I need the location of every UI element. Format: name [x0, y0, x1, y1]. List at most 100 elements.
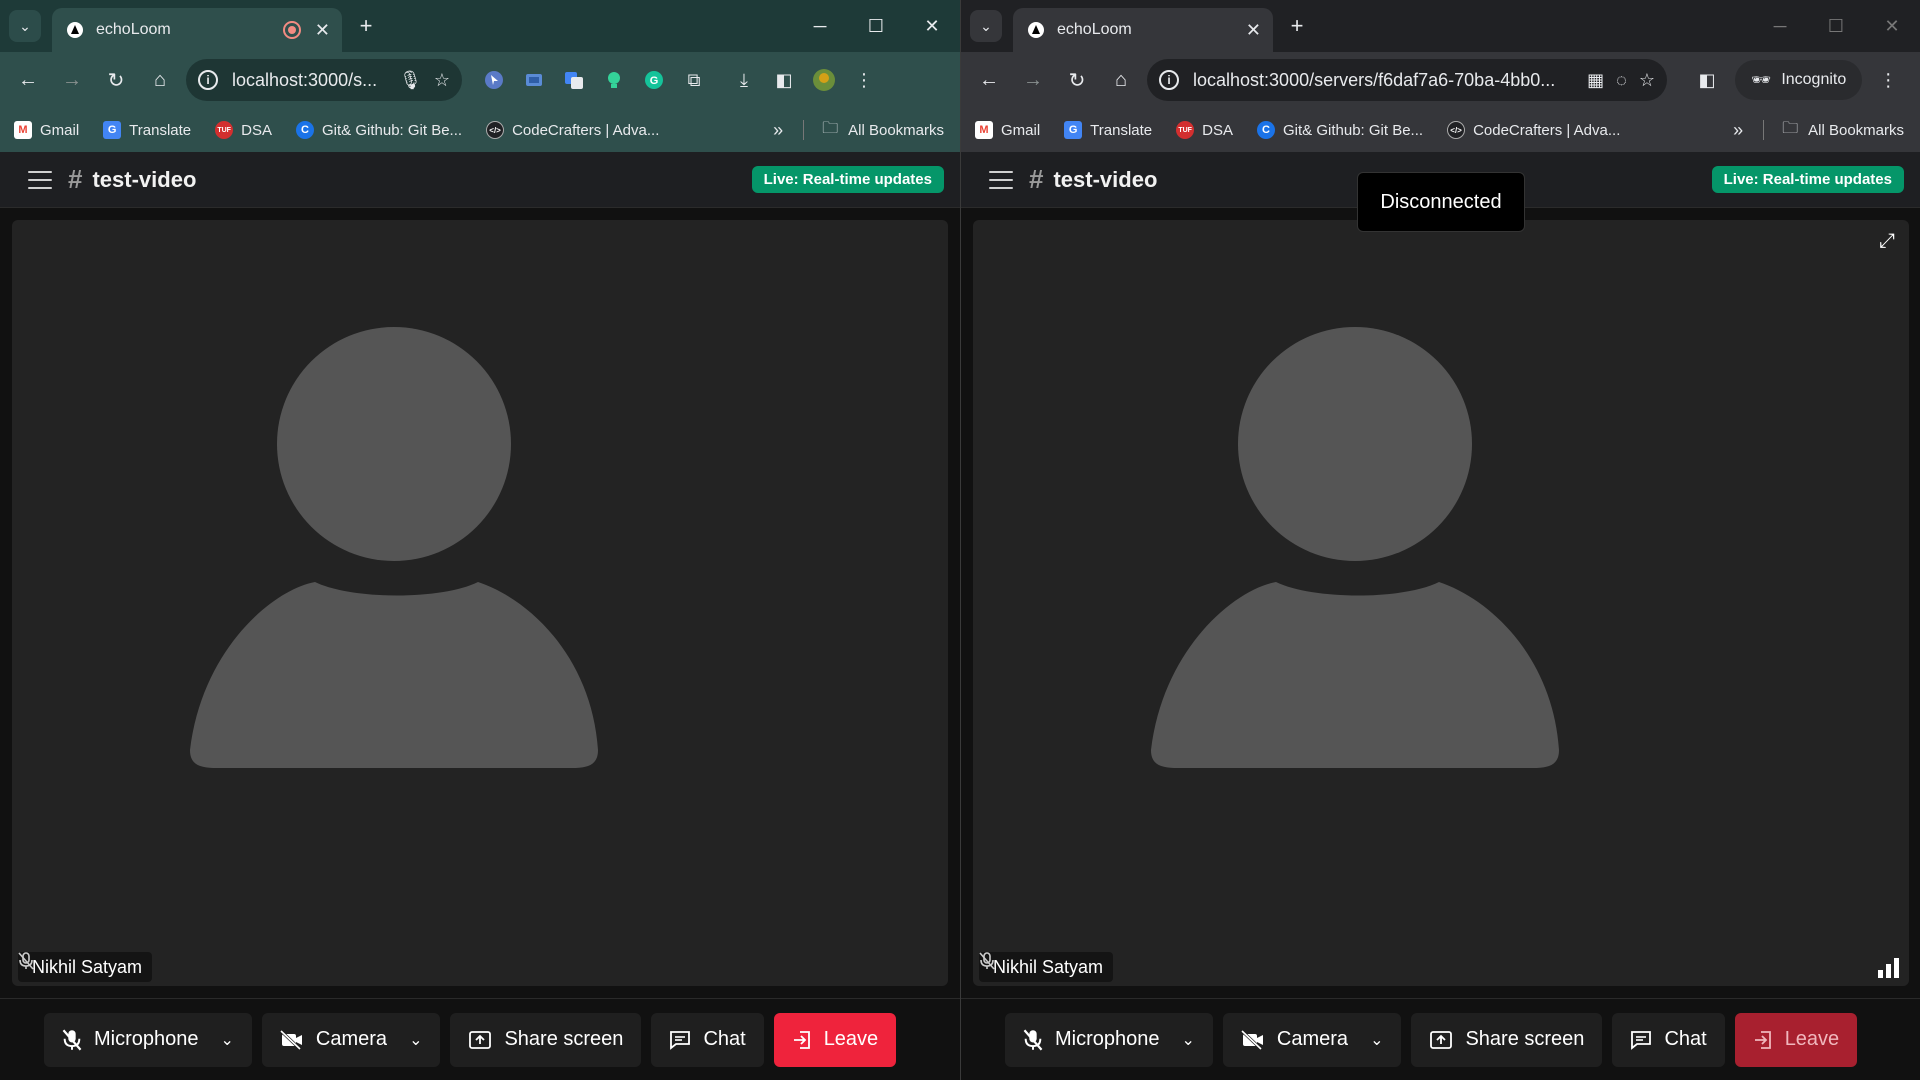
bookmark-gmail[interactable]: M Gmail: [975, 121, 1040, 139]
qr-code-icon[interactable]: ▦: [1587, 70, 1604, 91]
back-button[interactable]: ←: [967, 60, 1011, 100]
extensions-puzzle-icon[interactable]: ⧉: [674, 60, 714, 100]
downloads-icon[interactable]: ⤓: [724, 60, 764, 100]
bookmark-star-icon[interactable]: ☆: [434, 70, 450, 91]
tab-search-button[interactable]: ⌄: [970, 10, 1002, 42]
close-window-icon[interactable]: ✕: [1864, 10, 1920, 42]
leave-button[interactable]: Leave: [1734, 1012, 1858, 1067]
bookmark-codecrafters[interactable]: </> CodeCrafters | Adva...: [486, 121, 659, 139]
microphone-button[interactable]: Microphone ⌄: [44, 1012, 252, 1067]
chevron-down-icon[interactable]: ⌄: [1182, 1030, 1195, 1050]
all-bookmarks-button[interactable]: 🗀 All Bookmarks: [822, 117, 944, 144]
close-tab-icon[interactable]: ✕: [315, 20, 330, 41]
share-screen-button[interactable]: Share screen: [450, 1012, 642, 1067]
minimize-icon[interactable]: ─: [1752, 10, 1808, 42]
share-screen-label: Share screen: [1465, 1028, 1585, 1050]
camera-label: Camera: [315, 1028, 388, 1050]
tab-title: echoLoom: [96, 21, 171, 38]
chevron-down-icon[interactable]: ⌄: [1370, 1030, 1383, 1050]
side-panel-icon[interactable]: ◧: [764, 60, 804, 100]
bookmark-dsa[interactable]: TUF DSA: [215, 121, 272, 139]
tab-title: echoLoom: [1057, 21, 1132, 38]
maximize-icon[interactable]: ☐: [1808, 10, 1864, 42]
chevron-down-icon: ⌄: [19, 17, 31, 34]
browser-tab[interactable]: echoLoom ✕: [1013, 8, 1273, 52]
address-bar[interactable]: i localhost:3000/servers/f6daf7a6-70ba-4…: [1147, 59, 1667, 101]
back-button[interactable]: ←: [6, 60, 50, 100]
address-bar[interactable]: i localhost:3000/s... 🎙︎ ☆: [186, 59, 462, 101]
maximize-icon[interactable]: ☐: [848, 10, 904, 42]
bookmark-star-icon[interactable]: ☆: [1639, 70, 1655, 91]
channel-name: test-video: [92, 166, 197, 192]
browser-window-right: ⌄ echoLoom ✕ + ─ ☐ ✕ ← → ↻ ⌂ i localhost…: [960, 0, 1920, 1080]
incognito-icon: 🕶︎: [1751, 72, 1772, 89]
google-translate-icon[interactable]: [554, 60, 594, 100]
microphone-button[interactable]: Microphone ⌄: [1005, 1012, 1213, 1067]
more-menu-icon[interactable]: ⋮: [844, 60, 884, 100]
grammarly-icon[interactable]: G: [634, 60, 674, 100]
more-menu-icon[interactable]: ⋮: [1868, 60, 1908, 100]
minimize-icon[interactable]: ─: [792, 10, 848, 42]
video-tile: ⤢ Nikhil Satyam: [973, 220, 1909, 986]
profile-avatar[interactable]: [804, 60, 844, 100]
new-tab-button[interactable]: +: [352, 12, 380, 40]
all-bookmarks-button[interactable]: 🗀 All Bookmarks: [1782, 117, 1904, 144]
bookmark-git-github[interactable]: C Git& Github: Git Be...: [1257, 121, 1423, 139]
chat-button[interactable]: Chat: [651, 1012, 764, 1067]
home-button[interactable]: ⌂: [138, 60, 182, 100]
bookmark-dsa[interactable]: TUF DSA: [1176, 121, 1233, 139]
chevron-down-icon[interactable]: ⌄: [409, 1030, 422, 1050]
avatar-placeholder-icon: [1151, 327, 1559, 768]
side-panel-icon[interactable]: ◧: [1687, 60, 1727, 100]
bookmarks-overflow-icon[interactable]: »: [773, 120, 783, 141]
lightbulb-extension-icon[interactable]: [594, 60, 634, 100]
participant-name: Nikhil Satyam: [993, 956, 1104, 977]
forward-button[interactable]: →: [1011, 60, 1055, 100]
camera-button[interactable]: Camera ⌄: [261, 1012, 441, 1067]
menu-icon[interactable]: [989, 170, 1013, 189]
close-tab-icon[interactable]: ✕: [1246, 20, 1261, 41]
echoloom-app: # test-video Live: Real-time updates Nik…: [0, 152, 960, 1080]
incognito-indicator[interactable]: 🕶︎ Incognito: [1735, 60, 1863, 100]
reload-button[interactable]: ↻: [1055, 60, 1099, 100]
bookmark-translate[interactable]: G Translate: [1064, 121, 1152, 139]
fullscreen-expand-icon[interactable]: ⤢: [1879, 230, 1895, 253]
site-info-icon[interactable]: i: [1159, 70, 1179, 90]
new-tab-button[interactable]: +: [1283, 12, 1311, 40]
bookmark-gmail[interactable]: M Gmail: [14, 121, 79, 139]
tab-search-button[interactable]: ⌄: [9, 10, 41, 42]
chevron-down-icon: ⌄: [980, 17, 992, 34]
translate-icon: G: [1064, 121, 1083, 139]
site-info-icon[interactable]: i: [198, 70, 218, 90]
mic-off-icon: [62, 1028, 82, 1051]
url-text: localhost:3000/servers/f6daf7a6-70ba-4bb…: [1193, 69, 1556, 90]
echoloom-favicon-icon: [1027, 21, 1045, 39]
browser-tab[interactable]: echoLoom ✕: [52, 8, 342, 52]
cursor-extension-icon[interactable]: [474, 60, 514, 100]
camera-button[interactable]: Camera ⌄: [1222, 1012, 1402, 1067]
git-course-icon: C: [1257, 121, 1275, 139]
bookmark-git-github[interactable]: C Git& Github: Git Be...: [296, 121, 462, 139]
codecrafters-icon: </>: [1447, 121, 1466, 139]
tracking-protection-icon[interactable]: ◌: [1616, 70, 1627, 91]
chevron-down-icon[interactable]: ⌄: [221, 1030, 234, 1050]
chat-icon: [1630, 1030, 1652, 1050]
leave-button[interactable]: Leave: [773, 1012, 897, 1067]
participant-nameplate: Nikhil Satyam: [18, 952, 153, 982]
menu-icon[interactable]: [28, 170, 52, 189]
browser-window-left: ⌄ echoLoom ✕ + ─ ☐ ✕ ← → ↻ ⌂ i localhost…: [0, 0, 960, 1080]
share-screen-button[interactable]: Share screen: [1411, 1012, 1603, 1067]
forward-button[interactable]: →: [50, 60, 94, 100]
chat-button[interactable]: Chat: [1612, 1012, 1725, 1067]
bookmarks-overflow-icon[interactable]: »: [1733, 120, 1743, 141]
screen-extension-icon[interactable]: [514, 60, 554, 100]
microphone-icon[interactable]: 🎙︎: [399, 70, 422, 91]
home-button[interactable]: ⌂: [1099, 60, 1143, 100]
control-bar: Microphone ⌄ Camera ⌄ Share screen Chat: [961, 998, 1920, 1080]
bookmarks-bar: M Gmail G Translate TUF DSA C Git& Github: G…: [0, 108, 960, 152]
close-window-icon[interactable]: ✕: [904, 10, 960, 42]
bookmark-translate[interactable]: G Translate: [103, 121, 191, 139]
reload-button[interactable]: ↻: [94, 60, 138, 100]
leave-icon: [792, 1030, 812, 1050]
bookmark-codecrafters[interactable]: </> CodeCrafters | Adva...: [1447, 121, 1620, 139]
